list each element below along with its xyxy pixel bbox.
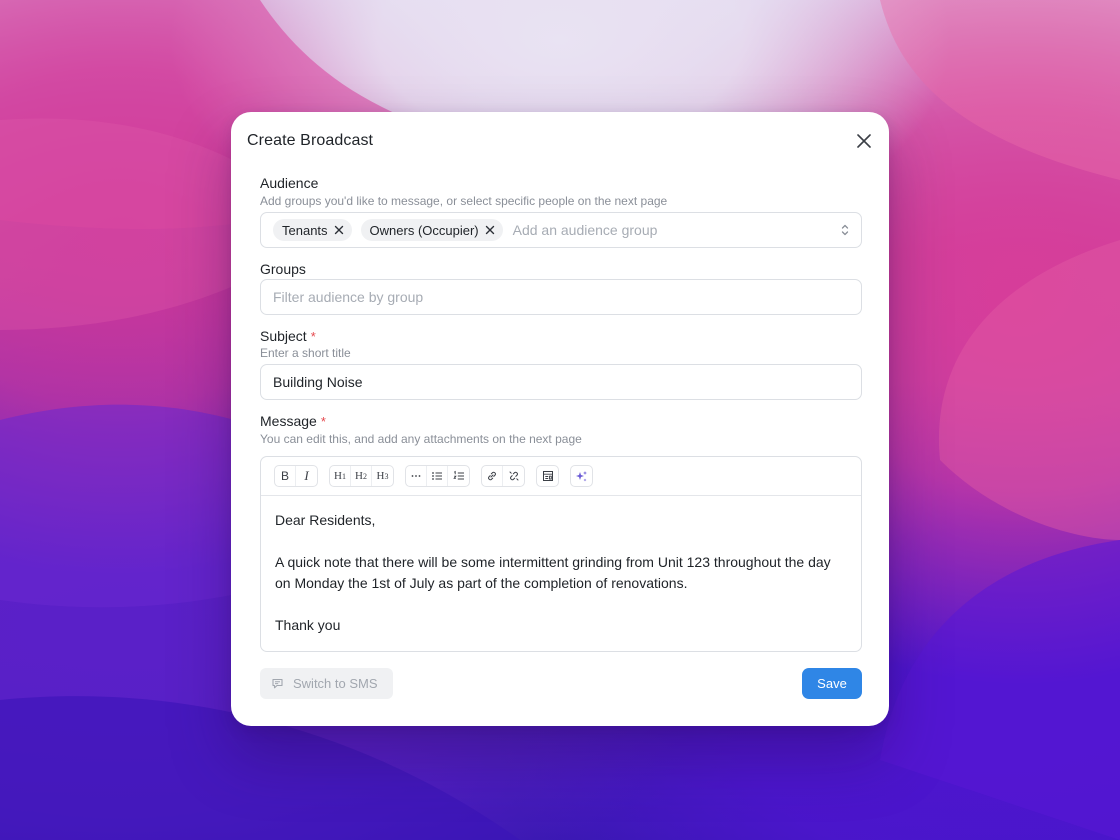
heading-1-button[interactable]: H1 [330,466,351,486]
groups-label: Groups [260,261,306,277]
dialog-title: Create Broadcast [247,132,374,149]
numbered-list-button[interactable] [448,466,469,486]
heading-group: H1 H2 H3 [329,465,394,487]
horizontal-rule-icon [411,475,421,477]
close-icon [857,134,871,148]
heading-2-button[interactable]: H2 [351,466,372,486]
audience-help: Add groups you'd like to message, or sel… [260,194,668,208]
unlink-icon [509,471,518,481]
message-help: You can edit this, and add any attachmen… [260,432,582,446]
audience-placeholder: Add an audience group [512,222,658,238]
required-mark: * [320,414,326,429]
audience-label: Audience [260,175,319,191]
message-paragraph: A quick note that there will be some int… [275,554,831,591]
heading-3-button[interactable]: H3 [372,466,393,486]
template-icon [542,471,553,481]
italic-button[interactable]: I [296,466,317,486]
remove-chip-button[interactable] [334,225,344,235]
editor-toolbar: B I H1 H2 H3 [261,457,861,496]
subject-value: Building Noise [273,374,363,390]
ai-assist-button[interactable] [571,466,592,486]
unlink-button[interactable] [503,466,524,486]
switch-to-sms-button[interactable]: Switch to SMS [260,668,393,699]
bold-button[interactable]: B [275,466,296,486]
link-button[interactable] [482,466,503,486]
remove-chip-button[interactable] [485,225,495,235]
chip-label: Owners (Occupier) [369,222,479,238]
template-group [536,465,559,487]
required-mark: * [310,329,316,344]
groups-placeholder: Filter audience by group [273,289,424,305]
template-button[interactable] [537,466,558,486]
close-icon [334,225,343,235]
subject-help: Enter a short title [260,346,351,360]
sms-button-label: Switch to SMS [293,676,378,691]
chevron-up-down-icon [841,224,849,236]
close-icon [485,225,494,235]
message-body[interactable]: Dear Residents, A quick note that there … [261,496,861,636]
bullet-list-icon [432,472,442,480]
list-group [405,465,470,487]
audience-chip: Tenants [273,219,352,241]
message-paragraph: Dear Residents, [275,512,376,528]
ai-group [570,465,593,487]
chat-bubble-icon [272,678,283,689]
bullet-list-button[interactable] [427,466,448,486]
groups-input[interactable]: Filter audience by group [260,279,862,315]
message-paragraph: Thank you [275,617,341,633]
horizontal-rule-button[interactable] [406,466,427,486]
close-button[interactable] [853,130,875,152]
save-button[interactable]: Save [802,668,862,699]
sparkles-icon [576,470,587,481]
create-broadcast-dialog: Create Broadcast Audience Add groups you… [231,112,889,726]
numbered-list-icon [452,470,464,480]
message-editor: B I H1 H2 H3 Dear Residents, A quick not… [260,456,862,652]
link-group [481,465,525,487]
audience-chip: Owners (Occupier) [360,219,503,241]
chip-label: Tenants [282,222,328,238]
subject-label: Subject * [260,328,316,344]
message-label: Message * [260,413,326,429]
subject-input[interactable]: Building Noise [260,364,862,400]
audience-select[interactable]: Tenants Owners (Occupier) Add an audienc… [260,212,862,248]
format-group: B I [274,465,318,487]
link-icon [488,471,496,481]
